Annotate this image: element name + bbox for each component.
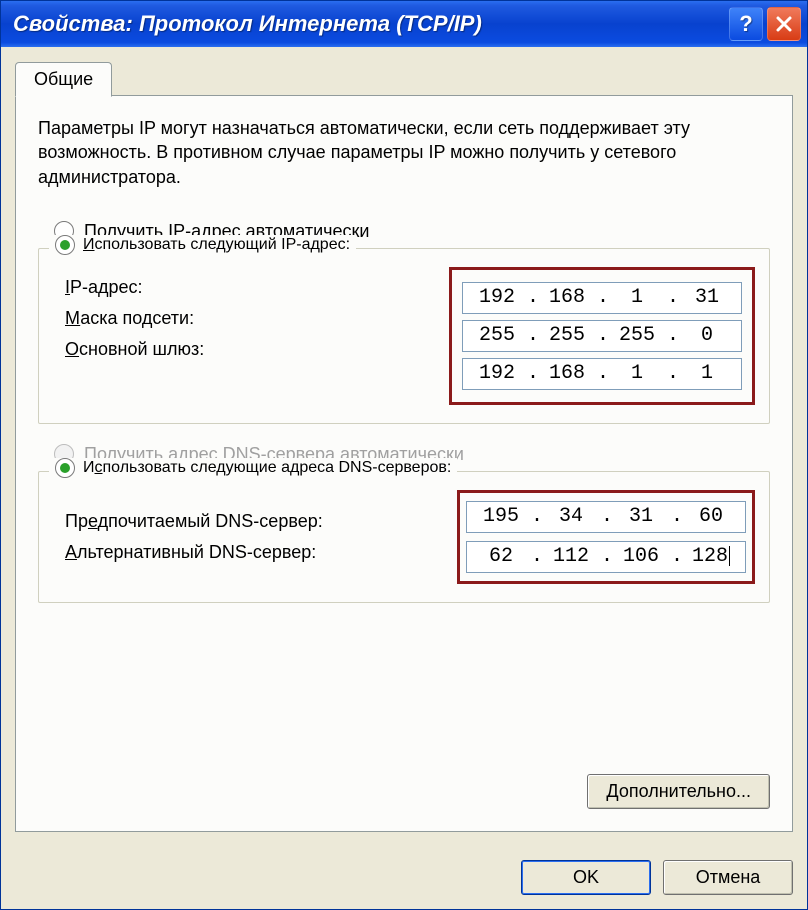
radio-ip-manual-label: Использовать следующий IP-адрес: xyxy=(83,236,350,254)
intro-text: Параметры IP могут назначаться автоматич… xyxy=(38,116,770,189)
tab-page: Параметры IP могут назначаться автоматич… xyxy=(15,95,793,832)
alternate-dns-label: Альтернативный DNS-сервер: xyxy=(65,542,316,563)
ip-address-input[interactable]: 192. 168. 1. 31 xyxy=(462,282,742,314)
preferred-dns-input[interactable]: 195. 34. 31. 60 xyxy=(466,501,746,533)
dns-highlight: 195. 34. 31. 60 62. 112. 106. 128 xyxy=(457,490,755,584)
ip-address-label: IP-адрес: xyxy=(65,277,143,298)
alternate-dns-input[interactable]: 62. 112. 106. 128 xyxy=(466,541,746,573)
text-cursor xyxy=(729,546,730,566)
radio-dns-manual-label: Использовать следующие адреса DNS-сервер… xyxy=(83,459,451,477)
subnet-mask-label: Маска подсети: xyxy=(65,308,194,329)
fieldset-ip: Использовать следующий IP-адрес: IP-адре… xyxy=(38,248,770,424)
tab-general[interactable]: Общие xyxy=(15,62,112,97)
fieldset-dns: Использовать следующие адреса DNS-сервер… xyxy=(38,471,770,603)
tab-strip: Общие xyxy=(15,61,793,96)
help-button[interactable]: ? xyxy=(729,7,763,41)
radio-icon xyxy=(55,235,75,255)
ip-highlight: 192. 168. 1. 31 255. 255. 255. 0 192 xyxy=(449,267,755,405)
client-area: Общие Параметры IP могут назначаться авт… xyxy=(1,47,807,846)
gateway-input[interactable]: 192. 168. 1. 1 xyxy=(462,358,742,390)
close-icon xyxy=(775,15,793,33)
advanced-button[interactable]: Дополнительно... xyxy=(587,774,770,809)
preferred-dns-label: Предпочитаемый DNS-сервер: xyxy=(65,511,323,532)
radio-ip-manual-row[interactable]: Использовать следующий IP-адрес: xyxy=(49,235,356,255)
window-title: Свойства: Протокол Интернета (TCP/IP) xyxy=(13,11,725,37)
window: Свойства: Протокол Интернета (TCP/IP) ? … xyxy=(0,0,808,910)
radio-icon xyxy=(55,458,75,478)
ip-labels: IP-адрес: Маска подсети: Основной шлюз: xyxy=(65,267,449,405)
close-button[interactable] xyxy=(767,7,801,41)
advanced-row: Дополнительно... xyxy=(38,774,770,809)
dialog-buttons: OK Отмена xyxy=(1,846,807,909)
ok-button[interactable]: OK xyxy=(521,860,651,895)
radio-dns-manual-row[interactable]: Использовать следующие адреса DNS-сервер… xyxy=(49,458,457,478)
titlebar[interactable]: Свойства: Протокол Интернета (TCP/IP) ? xyxy=(1,1,807,47)
dns-labels: Предпочитаемый DNS-сервер: Альтернативны… xyxy=(65,501,457,573)
gateway-label: Основной шлюз: xyxy=(65,339,204,360)
cancel-button[interactable]: Отмена xyxy=(663,860,793,895)
subnet-mask-input[interactable]: 255. 255. 255. 0 xyxy=(462,320,742,352)
